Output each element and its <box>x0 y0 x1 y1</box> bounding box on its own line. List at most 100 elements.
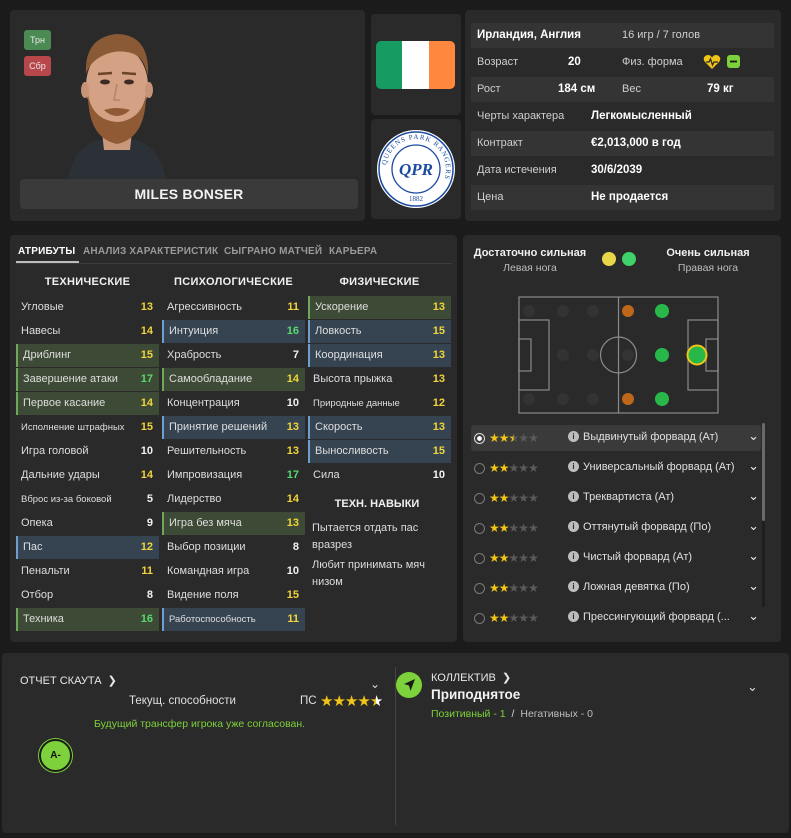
attribute-value: 10 <box>286 397 299 409</box>
attribute-row[interactable]: Скорость 13 <box>308 416 451 439</box>
attribute-row[interactable]: Видение поля 15 <box>162 584 305 607</box>
attribute-name: Координация <box>315 349 383 361</box>
chevron-down-icon[interactable]: ⌄ <box>370 677 380 691</box>
role-radio[interactable] <box>474 613 485 624</box>
attribute-name: Скорость <box>315 421 363 433</box>
attribute-row[interactable]: Игра головой 10 <box>16 440 159 463</box>
attribute-row[interactable]: Опека 9 <box>16 512 159 535</box>
role-radio[interactable] <box>474 583 485 594</box>
chevron-down-icon[interactable]: ⌄ <box>748 578 759 594</box>
attribute-row[interactable]: Координация 13 <box>308 344 451 367</box>
attribute-row[interactable]: Природные данные 12 <box>308 392 451 415</box>
height-row: Рост 184 см Вес 79 кг <box>471 77 774 102</box>
personality-row: Черты характера Легкомысленный <box>471 104 774 129</box>
attribute-row[interactable]: Игра без мяча 13 <box>162 512 305 535</box>
attribute-name: Интуиция <box>169 325 219 337</box>
attribute-row[interactable]: Пас 12 <box>16 536 159 559</box>
svg-text:QPR: QPR <box>399 160 433 179</box>
contract-label: Контракт <box>477 137 523 149</box>
attribute-row[interactable]: Интуиция 16 <box>162 320 305 343</box>
star-icon: ★ <box>508 611 520 625</box>
team-dynamics-link[interactable]: КОЛЛЕКТИВ ❯ <box>431 671 511 684</box>
attribute-row[interactable]: Лидерство 14 <box>162 488 305 511</box>
qpr-club-badge-icon[interactable]: QUEENS PARK RANGERS QPR 1882 <box>376 123 456 215</box>
role-row[interactable]: ★★★★★ i Треквартиста (Ат) ⌄ <box>471 485 761 511</box>
info-icon[interactable]: i <box>568 491 579 502</box>
info-icon[interactable]: i <box>568 521 579 532</box>
tab-attributes[interactable]: АТРИБУТЫ <box>18 246 75 257</box>
attribute-row[interactable]: Высота прыжка 13 <box>308 368 451 391</box>
role-row[interactable]: ★★★★★ i Ложная девятка (По) ⌄ <box>471 575 761 601</box>
attribute-name: Исполнение штрафных <box>21 422 125 433</box>
attribute-row[interactable]: Самообладание 14 <box>162 368 305 391</box>
attribute-row[interactable]: Выносливость 15 <box>308 440 451 463</box>
attribute-row[interactable]: Вброс из-за боковой 5 <box>16 488 159 511</box>
chevron-down-icon[interactable]: ⌄ <box>748 488 759 504</box>
attribute-row[interactable]: Дальние удары 14 <box>16 464 159 487</box>
star-icon: ★ <box>498 431 510 445</box>
info-icon[interactable]: i <box>568 431 579 442</box>
tab-analysis[interactable]: АНАЛИЗ ХАРАКТЕРИСТИК <box>83 246 218 257</box>
football-pitch-diagram[interactable] <box>463 285 781 419</box>
chevron-down-icon[interactable]: ⌄ <box>748 428 759 444</box>
tab-career[interactable]: КАРЬЕРА <box>329 246 377 257</box>
role-row[interactable]: ★★★★★ i Прессингующий форвард (... ⌄ <box>471 605 761 631</box>
attribute-row[interactable]: Сила 10 <box>308 464 451 487</box>
attribute-row[interactable]: Ускорение 13 <box>308 296 451 319</box>
star-icon: ★ <box>489 611 500 625</box>
role-name: Выдвинутый форвард (Ат) <box>583 431 719 443</box>
scout-report-link[interactable]: ОТЧЕТ СКАУТА ❯ <box>20 674 117 687</box>
attribute-row[interactable]: Решительность 13 <box>162 440 305 463</box>
attribute-row[interactable]: Пенальти 11 <box>16 560 159 583</box>
info-icon[interactable]: i <box>568 461 579 472</box>
info-icon[interactable]: i <box>568 581 579 592</box>
chevron-down-icon[interactable]: ⌄ <box>748 518 759 534</box>
attribute-row[interactable]: Принятие решений 13 <box>162 416 305 439</box>
attribute-row[interactable]: Импровизация 17 <box>162 464 305 487</box>
attribute-row[interactable]: Храбрость 7 <box>162 344 305 367</box>
chevron-down-icon[interactable]: ⌄ <box>747 679 758 695</box>
attribute-row[interactable]: Работоспособность 11 <box>162 608 305 631</box>
attribute-row[interactable]: Отбор 8 <box>16 584 159 607</box>
attribute-row[interactable]: Выбор позиции 8 <box>162 536 305 559</box>
chevron-down-icon[interactable]: ⌄ <box>748 548 759 564</box>
attribute-row[interactable]: Завершение атаки 17 <box>16 368 159 391</box>
attribute-name: Импровизация <box>167 469 243 481</box>
attribute-row[interactable]: Угловые 13 <box>16 296 159 319</box>
chevron-down-icon[interactable]: ⌄ <box>748 608 759 624</box>
fitness-heart-icon <box>703 54 721 73</box>
training-chip[interactable]: Трн <box>24 30 51 50</box>
attribute-row[interactable]: Ловкость 15 <box>308 320 451 343</box>
role-radio[interactable] <box>474 433 485 444</box>
attribute-row[interactable]: Агрессивность 11 <box>162 296 305 319</box>
attribute-value: 13 <box>432 421 445 433</box>
roles-scrollbar-thumb[interactable] <box>762 423 765 521</box>
role-radio[interactable] <box>474 493 485 504</box>
attribute-row[interactable]: Исполнение штрафных 15 <box>16 416 159 439</box>
role-radio[interactable] <box>474 523 485 534</box>
attribute-row[interactable]: Навесы 14 <box>16 320 159 343</box>
info-icon[interactable]: i <box>568 611 579 622</box>
role-row[interactable]: ★★★★★ i Оттянутый форвард (По) ⌄ <box>471 515 761 541</box>
attribute-row[interactable]: Концентрация 10 <box>162 392 305 415</box>
positive-count: Позитивный - 1 <box>431 708 506 720</box>
chevron-down-icon[interactable]: ⌄ <box>748 458 759 474</box>
role-row[interactable]: ★★★★★ i Чистый форвард (Ат) ⌄ <box>471 545 761 571</box>
role-row[interactable]: ★★★★★ i Универсальный форвард (Ат) ⌄ <box>471 455 761 481</box>
role-row[interactable]: ★★★★★ i Выдвинутый форвард (Ат) ⌄ <box>471 425 761 451</box>
attribute-name: Первое касание <box>23 397 106 409</box>
info-icon[interactable]: i <box>568 551 579 562</box>
attribute-row[interactable]: Первое касание 14 <box>16 392 159 415</box>
star-icon: ★ <box>498 581 510 595</box>
attribute-name: Опека <box>21 517 53 529</box>
attribute-row[interactable]: Дриблинг 15 <box>16 344 159 367</box>
role-radio[interactable] <box>474 553 485 564</box>
squad-chip[interactable]: Сбр <box>24 56 51 76</box>
attribute-row[interactable]: Техника 16 <box>16 608 159 631</box>
role-radio[interactable] <box>474 463 485 474</box>
contract-value: €2,013,000 в год <box>591 137 681 149</box>
ireland-flag-icon[interactable] <box>376 41 455 89</box>
attribute-value: 14 <box>140 397 153 409</box>
tab-matches[interactable]: СЫГРАНО МАТЧЕЙ <box>224 246 322 257</box>
attribute-row[interactable]: Командная игра 10 <box>162 560 305 583</box>
